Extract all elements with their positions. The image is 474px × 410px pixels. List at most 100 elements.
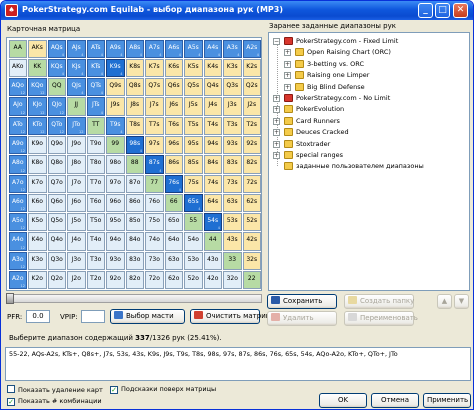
hand-cell-72o[interactable]: 72o — [145, 271, 164, 290]
hand-cell-a4o[interactable]: A4o 12 — [8, 232, 27, 251]
hand-cell-q4s[interactable]: Q4s — [203, 78, 222, 97]
hand-cell-k9o[interactable]: K9o — [28, 135, 47, 155]
hand-cell-97s[interactable]: 97s — [145, 135, 164, 155]
cancel-button[interactable]: Отмена — [371, 393, 419, 408]
hand-cell-q7s[interactable]: Q7s — [145, 78, 164, 97]
hand-cell-k2o[interactable]: K2o — [28, 271, 47, 290]
hand-cell-ako[interactable]: AKo — [8, 58, 27, 78]
hand-cell-j9s[interactable]: J9s — [106, 97, 125, 116]
hand-cell-t9o[interactable]: T9o — [86, 135, 105, 155]
show-dead-cards-checkbox[interactable]: Показать удаление карт — [7, 385, 103, 395]
hand-cell-98o[interactable]: 98o — [106, 155, 125, 174]
hand-cell-t5s[interactable]: T5s — [184, 116, 203, 135]
hand-cell-52s[interactable]: 52s — [242, 213, 261, 232]
hand-cell-22[interactable]: 22 — [242, 271, 261, 290]
hand-cell-t2s[interactable]: T2s — [242, 116, 261, 135]
hand-cell-k7o[interactable]: K7o — [28, 174, 47, 193]
hand-cell-kqs[interactable]: KQs 4 — [47, 58, 66, 78]
hand-cell-j7s[interactable]: J7s — [145, 97, 164, 116]
hand-cell-66[interactable]: 66 — [164, 193, 183, 213]
hand-cell-t5o[interactable]: T5o — [86, 213, 105, 232]
hand-cell-ats[interactable]: ATs 4 — [86, 39, 105, 58]
hand-cell-a2o[interactable]: A2o 12 — [8, 271, 27, 290]
hand-cell-t7o[interactable]: T7o — [86, 174, 105, 193]
hand-cell-q5s[interactable]: Q5s — [184, 78, 203, 97]
hand-cell-75s[interactable]: 75s — [184, 174, 203, 193]
hand-cell-k3s[interactable]: K3s — [223, 58, 242, 78]
hand-cell-aa[interactable]: AA — [8, 39, 27, 58]
apply-button[interactable]: Применить — [423, 393, 471, 408]
hand-cell-98s[interactable]: 98s 4 — [125, 135, 144, 155]
hand-cell-54s[interactable]: 54s 4 — [203, 213, 222, 232]
hand-cell-33[interactable]: 33 — [223, 251, 242, 271]
hand-cell-j5o[interactable]: J5o — [67, 213, 86, 232]
hand-cell-qts[interactable]: QTs 4 — [86, 78, 105, 97]
hand-cell-q4o[interactable]: Q4o — [47, 232, 66, 251]
hand-cell-53s[interactable]: 53s — [223, 213, 242, 232]
hand-cell-a8o[interactable]: A8o 12 — [8, 155, 27, 174]
hand-cell-q3o[interactable]: Q3o — [47, 251, 66, 271]
hand-cell-qto[interactable]: QTo 12 — [47, 116, 66, 135]
expand-icon[interactable]: + — [284, 60, 291, 68]
expand-icon[interactable]: + — [273, 117, 280, 125]
hand-cell-q6o[interactable]: Q6o — [47, 193, 66, 213]
close-button[interactable]: ✕ — [453, 3, 468, 18]
minimize-button[interactable]: _ — [418, 3, 433, 18]
hand-cell-k9s[interactable]: K9s 4 — [106, 58, 125, 78]
hand-cell-aks[interactable]: AKs — [28, 39, 47, 58]
hand-cell-j4o[interactable]: J4o — [67, 232, 86, 251]
hand-cell-73s[interactable]: 73s — [223, 174, 242, 193]
hand-cell-t6s[interactable]: T6s — [164, 116, 183, 135]
clear-matrix-button[interactable]: Очистить матрицу — [190, 309, 275, 324]
hand-cell-a2s[interactable]: A2s 4 — [242, 39, 261, 58]
hand-cell-t3o[interactable]: T3o — [86, 251, 105, 271]
hand-cell-kqo[interactable]: KQo 12 — [28, 78, 47, 97]
hand-cell-j2o[interactable]: J2o — [67, 271, 86, 290]
hand-cell-82s[interactable]: 82s — [242, 155, 261, 174]
create-folder-button[interactable]: Создать папку — [344, 294, 414, 309]
hand-cell-k5s[interactable]: K5s — [184, 58, 203, 78]
hand-cell-74s[interactable]: 74s — [203, 174, 222, 193]
hand-cell-t7s[interactable]: T7s — [145, 116, 164, 135]
hand-cell-k4s[interactable]: K4s — [203, 58, 222, 78]
hand-cell-k8s[interactable]: K8s — [125, 58, 144, 78]
hand-cell-42o[interactable]: 42o — [203, 271, 222, 290]
hand-cell-85s[interactable]: 85s — [184, 155, 203, 174]
hand-cell-q7o[interactable]: Q7o — [47, 174, 66, 193]
expand-icon[interactable]: + — [273, 140, 280, 148]
hand-cell-jj[interactable]: JJ — [67, 97, 86, 116]
hand-cell-k5o[interactable]: K5o — [28, 213, 47, 232]
hand-cell-t4s[interactable]: T4s — [203, 116, 222, 135]
hand-cell-32o[interactable]: 32o — [223, 271, 242, 290]
range-text-field[interactable]: 55-22, AQs-A2s, KTs+, Q8s+, J7s, 53s, 43… — [5, 347, 471, 381]
hand-cell-k2s[interactable]: K2s — [242, 58, 261, 78]
suits-button[interactable]: Выбор масти — [110, 309, 185, 324]
hand-cell-qjo[interactable]: QJo 12 — [47, 97, 66, 116]
move-up-button[interactable]: ▲ — [437, 294, 452, 309]
hand-cell-a5o[interactable]: A5o 12 — [8, 213, 27, 232]
hand-cell-a3o[interactable]: A3o 12 — [8, 251, 27, 271]
hand-cell-j6s[interactable]: J6s — [164, 97, 183, 116]
expand-icon[interactable]: + — [284, 49, 291, 57]
hand-cell-44[interactable]: 44 — [203, 232, 222, 251]
hand-cell-t4o[interactable]: T4o — [86, 232, 105, 251]
expand-icon[interactable]: + — [284, 72, 291, 80]
hand-cell-t8s[interactable]: T8s — [125, 116, 144, 135]
hand-cell-t6o[interactable]: T6o — [86, 193, 105, 213]
hand-cell-j7o[interactable]: J7o — [67, 174, 86, 193]
hand-cell-j5s[interactable]: J5s — [184, 97, 203, 116]
hand-cell-84o[interactable]: 84o — [125, 232, 144, 251]
hand-cell-ajo[interactable]: AJo 12 — [8, 97, 27, 116]
hand-cell-q8s[interactable]: Q8s — [125, 78, 144, 97]
hand-cell-87o[interactable]: 87o — [125, 174, 144, 193]
hand-cell-53o[interactable]: 53o — [184, 251, 203, 271]
hand-cell-95s[interactable]: 95s — [184, 135, 203, 155]
hand-cell-q2o[interactable]: Q2o — [47, 271, 66, 290]
hand-cell-93o[interactable]: 93o — [106, 251, 125, 271]
hand-cell-j8o[interactable]: J8o — [67, 155, 86, 174]
hand-cell-k8o[interactable]: K8o — [28, 155, 47, 174]
hand-cell-32s[interactable]: 32s — [242, 251, 261, 271]
hand-cell-43s[interactable]: 43s — [223, 232, 242, 251]
hand-cell-76o[interactable]: 76o — [145, 193, 164, 213]
hand-cell-87s[interactable]: 87s 4 — [145, 155, 164, 174]
